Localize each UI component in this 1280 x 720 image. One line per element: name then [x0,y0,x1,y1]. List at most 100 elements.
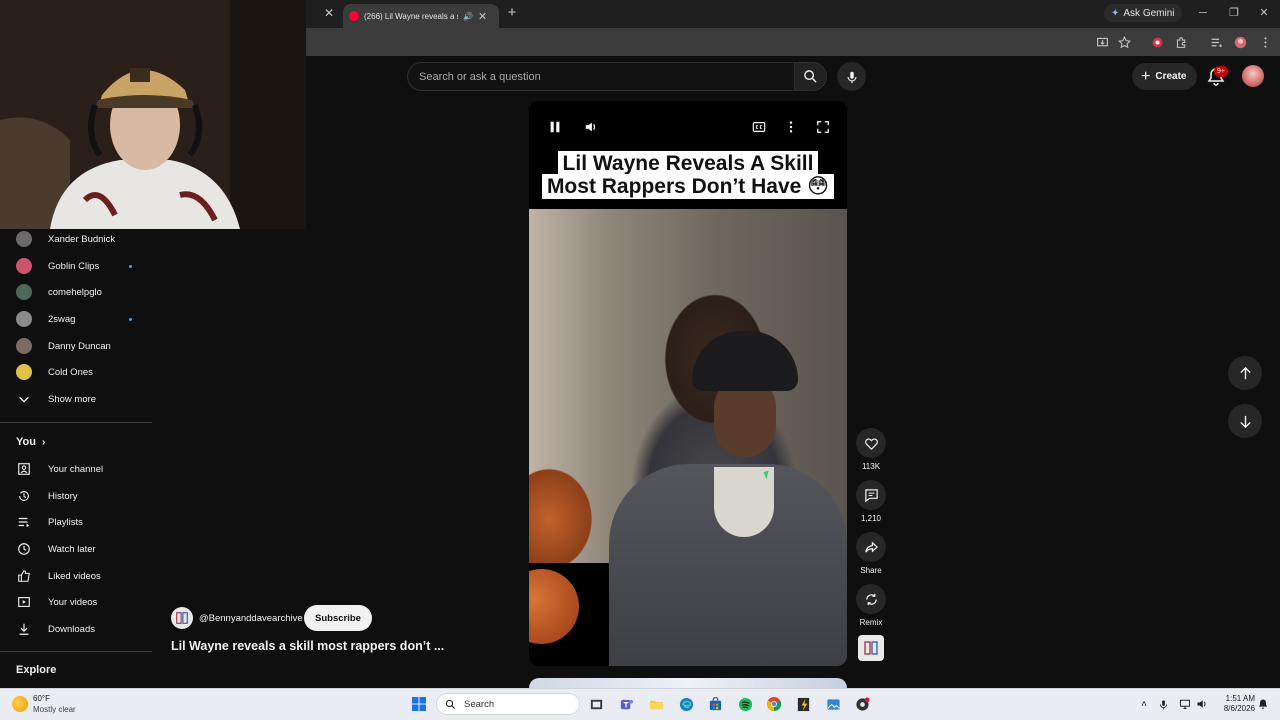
extension-red-icon[interactable] [1149,34,1165,50]
download-icon [16,621,32,637]
store-app-icon[interactable] [705,694,725,714]
chevron-down-icon [16,391,32,407]
sidebar-divider [0,651,152,652]
tab-close-icon[interactable]: ✕ [322,6,336,20]
sidebar-subscription-item[interactable]: comehelpglo [0,279,152,305]
watch-later-icon [16,541,32,557]
subscription-name: Danny Duncan [48,340,111,352]
channel-logo-icon [864,641,878,655]
minimize-window-icon[interactable]: ─ [1196,5,1210,21]
channel-avatar[interactable] [171,607,193,629]
sidebar-subscription-item[interactable]: 2swag [0,306,152,332]
sidebar-subscription-item[interactable]: Goblin Clips [0,253,152,279]
fullscreen-icon [817,121,829,133]
windows-start-icon[interactable] [409,694,429,714]
tab-audio-icon[interactable]: 🔊 [463,12,473,21]
notification-center-icon[interactable] [1256,697,1270,711]
captions-button[interactable] [751,119,767,135]
sidebar-divider [0,422,152,423]
clock-date: 8/6/2026 [1223,704,1255,713]
subscribe-button[interactable]: Subscribe [304,605,372,631]
taskbar-search[interactable]: Search [436,693,580,715]
speaker-icon[interactable] [1195,697,1209,711]
sidebar-item-label: Your channel [48,463,104,475]
channel-handle[interactable]: @Bennyanddavearchive [199,613,303,624]
video-frame[interactable] [529,209,847,666]
ask-gemini-button[interactable]: ✦ Ask Gemini [1104,4,1182,22]
heart-icon [864,438,878,450]
next-short-button[interactable] [1228,404,1262,438]
network-icon[interactable] [1178,697,1192,711]
comments-button[interactable] [856,480,886,510]
arrow-down-icon [1239,415,1251,428]
subscription-name: comehelpglo [48,286,102,298]
sidebar-item-label: History [48,490,78,502]
channel-avatar [16,231,32,247]
share-icon [864,540,878,553]
voice-search-button[interactable] [837,62,866,91]
new-tab-button[interactable]: + [505,5,519,21]
teams-app-icon[interactable] [616,694,636,714]
sidebar-item-your-videos[interactable]: Your videos [0,589,152,615]
browser-menu-icon[interactable] [1257,34,1273,50]
your-videos-icon [16,594,32,610]
subscription-name: Xander Budnick [48,233,116,245]
restore-window-icon[interactable]: ❐ [1227,5,1241,21]
fullscreen-button[interactable] [815,119,831,135]
show-hidden-icons-chevron-icon[interactable]: ˄ [1137,697,1151,711]
volume-button[interactable] [583,119,599,135]
browser-tab-active[interactable]: (266) Lil Wayne reveals a skill most rap… [343,4,499,28]
like-button[interactable] [856,428,886,458]
media-controls-icon[interactable] [1208,34,1224,50]
sidebar-item-downloads[interactable]: Downloads [0,616,152,642]
bookmark-star-icon[interactable] [1116,34,1132,50]
edge-browser-icon[interactable] [676,694,696,714]
sidebar-item-your-channel[interactable]: Your channel [0,456,152,482]
weather-icon[interactable] [12,696,28,712]
search-icon [804,70,817,83]
caption-line: Most Rappers Don’t Have 😳 [541,174,835,199]
taskbar-app-icon[interactable] [793,694,813,714]
microphone-icon [846,71,857,83]
plus-icon: + [1141,67,1151,85]
sidebar-subscription-item[interactable]: Xander Budnick [0,226,152,252]
pause-button[interactable] [547,119,563,135]
spotify-app-icon[interactable] [735,694,755,714]
sound-source-thumbnail[interactable] [858,635,884,661]
create-button[interactable]: + Create [1132,63,1198,90]
remix-button[interactable] [856,584,886,614]
photos-app-icon[interactable] [823,694,843,714]
sidebar-item-label: Your videos [48,596,98,608]
tab-close-icon[interactable]: ✕ [478,10,487,23]
sidebar-subscription-item[interactable]: Cold Ones [0,359,152,385]
share-button[interactable] [856,532,886,562]
search-button[interactable] [794,62,827,91]
microphone-tray-icon[interactable] [1156,697,1170,711]
close-window-icon[interactable]: ✕ [1257,5,1271,21]
short-title: Lil Wayne reveals a skill most rappers d… [171,639,445,653]
taskbar-clock[interactable]: 1:51 AM 8/6/2026 [1215,694,1255,714]
task-view-icon[interactable] [586,694,606,714]
previous-short-button[interactable] [1228,356,1262,390]
sidebar-subscription-item[interactable]: Danny Duncan [0,333,152,359]
taskbar-app-icon[interactable] [852,694,872,714]
more-options-button[interactable] [783,119,799,135]
chrome-browser-icon[interactable] [764,694,784,714]
install-app-icon[interactable] [1094,34,1110,50]
show-more-button[interactable]: Show more [0,386,152,412]
channel-avatar [16,364,32,380]
sidebar-item-history[interactable]: History [0,483,152,509]
channel-avatar [16,311,32,327]
shorts-player[interactable]: Lil Wayne Reveals A Skill Most Rappers D… [529,101,847,666]
pause-icon [550,121,560,133]
sidebar-item-liked-videos[interactable]: Liked videos [0,563,152,589]
sidebar-item-watch-later[interactable]: Watch later [0,536,152,562]
sidebar-you-heading[interactable]: You › [16,436,45,448]
profile-avatar-icon[interactable] [1232,34,1248,50]
sidebar-item-playlists[interactable]: Playlists [0,509,152,535]
extensions-puzzle-icon[interactable] [1173,34,1189,50]
search-input[interactable]: Search or ask a question [407,62,794,91]
subscription-name: 2swag [48,313,76,325]
file-explorer-icon[interactable] [646,694,666,714]
account-avatar[interactable] [1242,65,1264,87]
